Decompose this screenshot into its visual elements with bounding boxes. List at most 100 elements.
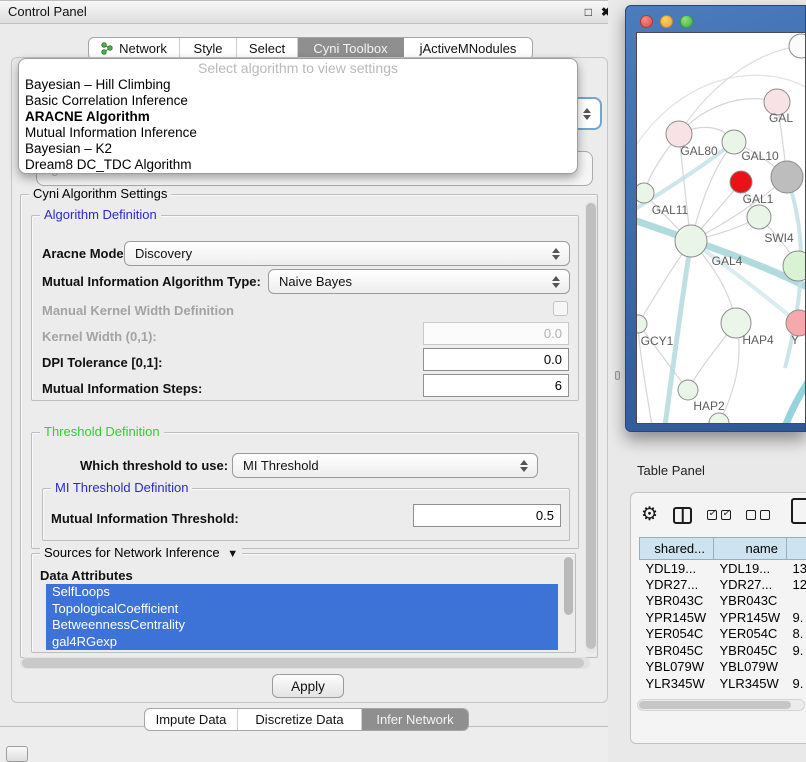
sources-group-title[interactable]: Sources for Network Inference ▼ — [40, 545, 242, 560]
column-header-shared-name[interactable]: shared... — [640, 538, 714, 560]
network-node[interactable] — [675, 225, 707, 257]
table-row[interactable]: YDR27...YDR27...12 — [640, 576, 806, 593]
tab-label: Discretize Data — [255, 712, 343, 727]
tab-impute-data[interactable]: Impute Data — [145, 709, 238, 730]
column-header-name[interactable]: name — [714, 538, 787, 560]
network-node[interactable] — [637, 183, 654, 203]
data-attributes-list[interactable]: SelfLoopsTopologicalCoefficientBetweenne… — [46, 584, 558, 650]
function-builder-icon[interactable] — [791, 498, 806, 524]
tab-style[interactable]: Style — [180, 38, 237, 59]
tab-label: Cyni Toolbox — [313, 41, 387, 56]
tab-cyni-toolbox[interactable]: Cyni Toolbox — [298, 38, 404, 59]
algorithm-option[interactable]: ARACNE Algorithm — [19, 109, 577, 125]
table-row[interactable]: YBR045CYBR045C9. — [640, 642, 806, 659]
data-attribute-item[interactable]: gal4RGexp — [46, 634, 558, 651]
network-view-window: GALGAL80GAL10GAL11GAL1SWI4GAL4GCY1HAP4YH… — [625, 5, 806, 432]
table-row[interactable]: YBL079WYBL079W — [640, 659, 806, 676]
threshold-definition-title: Threshold Definition — [40, 424, 164, 439]
network-node[interactable] — [637, 315, 647, 333]
algorithm-option[interactable]: Dream8 DC_TDC Algorithm — [19, 157, 577, 173]
network-icon — [101, 42, 114, 55]
tab-label: jActiveMNodules — [420, 41, 517, 56]
node-label: SWI4 — [764, 231, 794, 245]
node-label: GAL10 — [741, 149, 779, 163]
algorithm-dropdown-popup: Select algorithm to view settings Bayesi… — [18, 58, 578, 174]
tab-label: Impute Data — [156, 712, 227, 727]
settings-horizontal-scrollbar[interactable] — [20, 657, 590, 669]
table-row[interactable]: YIL052CYIL052C9. — [640, 692, 806, 696]
minimized-panel-button[interactable] — [6, 746, 28, 762]
float-window-icon[interactable]: □ — [585, 5, 592, 19]
zoom-traffic-light[interactable] — [680, 15, 693, 28]
manual-kernel-label: Manual Kernel Width Definition — [42, 303, 234, 318]
network-node[interactable] — [789, 34, 806, 58]
panel-splitter-handle[interactable] — [615, 371, 620, 380]
tab-select[interactable]: Select — [237, 38, 298, 59]
split-columns-icon[interactable] — [673, 507, 692, 524]
control-panel-window: Control Panel □ ✖ Network Style Select C… — [0, 0, 620, 727]
mi-steps-field[interactable]: 6 — [423, 374, 569, 397]
control-panel-title: Control Panel — [8, 1, 87, 23]
tab-label: Network — [119, 41, 167, 56]
tab-discretize-data[interactable]: Discretize Data — [238, 709, 362, 730]
network-node[interactable] — [678, 380, 698, 400]
gear-icon[interactable]: ⚙ — [641, 501, 658, 529]
table-panel-window: ⚙ shared... name YDL19...YDL19...13YDR27… — [630, 492, 806, 744]
column-header-partial[interactable] — [787, 538, 806, 560]
data-attribute-item[interactable]: TopologicalCoefficient — [46, 601, 558, 618]
tab-infer-network[interactable]: Infer Network — [362, 709, 468, 730]
node-label: HAP4 — [742, 333, 774, 347]
tab-network[interactable]: Network — [89, 38, 180, 59]
mi-threshold-field[interactable]: 0.5 — [413, 504, 561, 527]
mi-algorithm-type-select[interactable]: Naive Bayes — [268, 269, 570, 294]
algorithm-option[interactable]: Mutual Information Inference — [19, 125, 577, 141]
settings-vertical-scrollbar[interactable] — [585, 201, 597, 653]
control-panel-titlebar: Control Panel □ ✖ — [0, 1, 619, 24]
which-threshold-select[interactable]: MI Threshold — [232, 453, 538, 478]
algorithm-option[interactable]: Basic Correlation Inference — [19, 93, 577, 109]
tab-jactivemnodules[interactable]: jActiveMNodules — [404, 38, 532, 59]
which-threshold-value: MI Threshold — [243, 458, 319, 473]
cyni-algorithm-settings-group: Cyni Algorithm Settings Algorithm Defini… — [20, 194, 598, 658]
network-node[interactable] — [730, 171, 752, 193]
mi-threshold-definition-group: MI Threshold Definition Mutual Informati… — [42, 488, 570, 541]
apply-button[interactable]: Apply — [272, 674, 344, 698]
dpi-tolerance-label: DPI Tolerance [0,1]: — [42, 355, 162, 370]
kernel-width-field[interactable]: 0.0 — [423, 322, 569, 345]
node-table-body: YDL19...YDL19...13YDR27...YDR27...12YBR0… — [640, 560, 806, 696]
table-row[interactable]: YBR043CYBR043C — [640, 593, 806, 610]
kernel-width-label: Kernel Width (0,1): — [42, 329, 157, 344]
cyni-bottom-tabbar: Impute Data Discretize Data Infer Networ… — [144, 708, 469, 731]
table-row[interactable]: YDL19...YDL19...13 — [640, 560, 806, 577]
node-label: GAL1 — [743, 192, 774, 206]
network-node[interactable] — [709, 413, 729, 424]
dpi-tolerance-field[interactable]: 0.0 — [423, 348, 569, 371]
aracne-mode-select[interactable]: Discovery — [124, 241, 570, 266]
attributes-scrollbar[interactable] — [564, 557, 573, 615]
data-attribute-item[interactable]: SelfLoops — [46, 584, 558, 601]
network-canvas[interactable]: GALGAL80GAL10GAL11GAL1SWI4GAL4GCY1HAP4YH… — [636, 32, 806, 424]
deselect-all-columns-icon[interactable] — [746, 510, 770, 520]
node-label: GCY1 — [641, 334, 674, 348]
algorithm-definition-title: Algorithm Definition — [40, 207, 161, 222]
data-attribute-item[interactable]: BetweennessCentrality — [46, 617, 558, 634]
manual-kernel-checkbox[interactable] — [553, 301, 568, 316]
minimize-traffic-light[interactable] — [660, 15, 673, 28]
select-all-columns-icon[interactable] — [707, 510, 731, 520]
node-label: Y — [791, 333, 799, 347]
settings-group-title: Cyni Algorithm Settings — [29, 186, 171, 201]
aracne-mode-label: Aracne Mode: — [42, 246, 128, 261]
node-label: HAP2 — [693, 399, 725, 413]
algorithm-option[interactable]: Bayesian – Hill Climbing — [19, 77, 577, 93]
table-row[interactable]: YLR345WYLR345W9. — [640, 675, 806, 692]
table-row[interactable]: YPR145WYPR145W9. — [640, 609, 806, 626]
algorithm-option[interactable]: Bayesian – K2 — [19, 141, 577, 157]
table-horizontal-scrollbar[interactable] — [637, 699, 805, 711]
network-node[interactable] — [771, 161, 803, 193]
tab-label: Style — [194, 41, 223, 56]
close-traffic-light[interactable] — [640, 15, 653, 28]
sources-group: Sources for Network Inference ▼ Data Att… — [31, 553, 576, 653]
table-row[interactable]: YER054CYER054C8. — [640, 626, 806, 643]
mi-type-label: Mutual Information Algorithm Type: — [42, 274, 261, 289]
network-node[interactable] — [747, 205, 771, 229]
